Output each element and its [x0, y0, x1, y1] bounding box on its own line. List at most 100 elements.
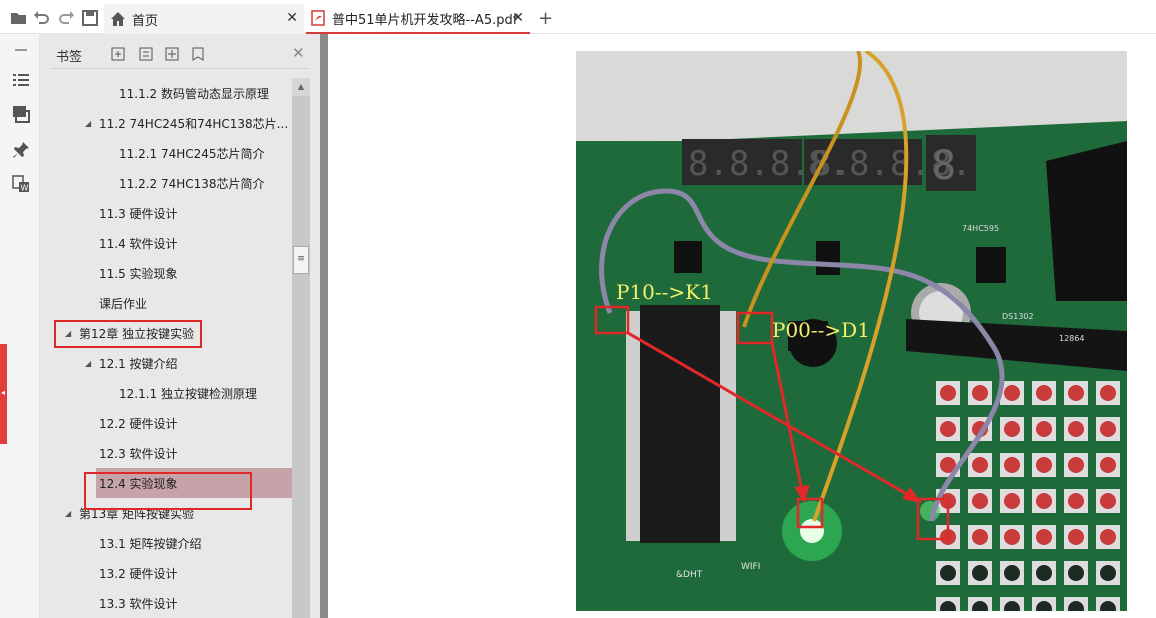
bookmark-label: 11.3 硬件设计	[99, 206, 178, 221]
svg-text:W: W	[21, 184, 29, 193]
bookmark-label: 12.1.1 独立按键检测原理	[119, 386, 257, 401]
expanded-arrow-icon[interactable]: ◢	[85, 359, 91, 368]
bookmark-item[interactable]: 11.2.2 74HC138芯片简介	[40, 168, 292, 198]
bookmark-label: 11.2.1 74HC245芯片简介	[119, 146, 265, 161]
convert-word-icon[interactable]: W	[11, 174, 31, 194]
bookmark-item[interactable]: 12.1.1 独立按键检测原理	[40, 378, 292, 408]
key-cap	[940, 421, 956, 437]
home-icon	[110, 11, 126, 27]
folder-open-icon[interactable]	[10, 9, 28, 27]
bookmark-item[interactable]: 11.3 硬件设计	[40, 198, 292, 228]
key-cap	[1036, 457, 1052, 473]
seg-display-3: 8	[932, 143, 956, 189]
bookmark-item[interactable]: 12.2 硬件设计	[40, 408, 292, 438]
bookmark-item[interactable]: ◢ 12.1 按键介绍	[40, 348, 292, 378]
bookmark-item[interactable]: 11.2.1 74HC245芯片简介	[40, 138, 292, 168]
key-cap	[1100, 457, 1116, 473]
scroll-up-icon[interactable]: ▲	[292, 78, 310, 96]
bookmark-item[interactable]: 12.3 软件设计	[40, 438, 292, 468]
key-cap	[1100, 565, 1116, 581]
collapse-panel-handle[interactable]: ◂	[0, 344, 7, 444]
bookmark-label: 13.3 软件设计	[99, 596, 178, 611]
key-cap	[940, 385, 956, 401]
bookmark-label: 12.3 软件设计	[99, 446, 178, 461]
bookmark-item[interactable]: 13.1 矩阵按键介绍	[40, 528, 292, 558]
key-cap	[1036, 493, 1052, 509]
bookmark-label: 11.5 实验现象	[99, 266, 178, 281]
chip-label-74hc595: 74HC595	[962, 224, 999, 233]
key-cap	[1068, 529, 1084, 545]
tab-home[interactable]: 首页 ✕	[104, 4, 304, 34]
expanded-arrow-icon[interactable]: ◢	[85, 119, 91, 128]
chevron-left-icon: ◂	[1, 388, 6, 397]
sidebar-rail: W ◂	[0, 34, 40, 618]
highlight-box	[54, 320, 202, 348]
key-cap	[1100, 421, 1116, 437]
tab-home-label: 首页	[132, 13, 159, 29]
close-icon[interactable]: ✕	[512, 10, 524, 26]
bookmark-panel: 书签 ✕ 11.1.2 数码管动态显示原理 ◢ 11.2 74HC245和74HC…	[40, 34, 320, 618]
panel-splitter[interactable]	[320, 34, 328, 618]
key-cap	[1068, 493, 1084, 509]
tab-pdf-document[interactable]: 普中51单片机开发攻略--A5.pdf ✕	[306, 4, 530, 34]
key-cap	[1004, 565, 1020, 581]
annotation-p10-k1: P10-->K1	[616, 280, 713, 304]
key-cap	[1100, 385, 1116, 401]
expand-all-icon[interactable]	[110, 46, 126, 62]
redo-icon[interactable]	[57, 9, 75, 27]
undo-icon[interactable]	[33, 9, 51, 27]
bookmark-item[interactable]: 13.2 硬件设计	[40, 558, 292, 588]
key-cap	[1068, 421, 1084, 437]
save-icon[interactable]	[81, 9, 99, 27]
bookmark-label: 11.4 软件设计	[99, 236, 178, 251]
label-wifi: WIFI	[741, 562, 760, 572]
close-icon[interactable]: ✕	[286, 10, 298, 26]
highlight-box	[84, 472, 252, 510]
close-icon[interactable]: ✕	[292, 44, 305, 62]
scroll-thumb[interactable]: ≡	[293, 246, 309, 274]
bookmark-item[interactable]: 课后作业	[40, 288, 292, 318]
key-cap	[1036, 565, 1052, 581]
expanded-arrow-icon[interactable]: ◢	[65, 509, 71, 518]
key-cap	[1004, 493, 1020, 509]
key-cap	[1068, 565, 1084, 581]
collapse-all-icon[interactable]	[138, 46, 154, 62]
key-cap	[1004, 529, 1020, 545]
bookmark-item[interactable]: 11.5 实验现象	[40, 258, 292, 288]
key-cap	[972, 529, 988, 545]
key-cap	[1100, 529, 1116, 545]
pin-icon[interactable]	[11, 140, 31, 160]
key-cap	[1036, 529, 1052, 545]
bookmark-item[interactable]: 11.1.2 数码管动态显示原理	[40, 78, 292, 108]
pages-icon[interactable]	[11, 104, 31, 124]
bookmark-label: 课后作业	[99, 296, 148, 311]
chip-label-ds1302: DS1302	[1002, 312, 1034, 321]
bookmark-label: 11.1.2 数码管动态显示原理	[119, 86, 269, 101]
bookmark-label: 12.2 硬件设计	[99, 416, 178, 431]
bookmark-tree: 11.1.2 数码管动态显示原理 ◢ 11.2 74HC245和74HC138芯片…	[40, 78, 292, 618]
bookmark-item[interactable]: 11.4 软件设计	[40, 228, 292, 258]
add-bookmark-icon[interactable]	[164, 46, 180, 62]
bookmark-label: 11.2.2 74HC138芯片简介	[119, 176, 265, 191]
pdf-icon	[310, 10, 326, 26]
bookmark-panel-title: 书签	[56, 50, 83, 65]
add-tab-icon[interactable]: +	[538, 8, 553, 29]
document-viewer: 8.8.8.8. 8.8.8.8. 8 74HC595 DS1302 12864	[328, 34, 1156, 618]
bookmark-item[interactable]: ◢ 11.2 74HC245和74HC138芯片...	[40, 108, 292, 138]
tab-bar: 首页 ✕ 普中51单片机开发攻略--A5.pdf ✕ +	[0, 0, 1156, 34]
key-cap	[972, 565, 988, 581]
key-cap	[1068, 385, 1084, 401]
key-cap	[1036, 421, 1052, 437]
dev-board-photo: 8.8.8.8. 8.8.8.8. 8 74HC595 DS1302 12864	[576, 51, 1127, 611]
bookmark-scrollbar[interactable]: ▲ ≡	[292, 78, 310, 618]
bookmark-item[interactable]: 13.3 软件设计	[40, 588, 292, 618]
annotation-p00-d1: P00-->D1	[772, 318, 870, 342]
bookmark-label: 12.1 按键介绍	[99, 356, 178, 371]
tab-pdf-label: 普中51单片机开发攻略--A5.pdf	[332, 12, 518, 28]
label-dht: &DHT	[676, 570, 703, 580]
list-icon[interactable]	[11, 70, 31, 90]
bookmark-label: 13.2 硬件设计	[99, 566, 178, 581]
minimize-icon[interactable]	[11, 40, 31, 60]
bookmark-label: 13.1 矩阵按键介绍	[99, 536, 202, 551]
bookmark-options-icon[interactable]	[190, 46, 206, 62]
